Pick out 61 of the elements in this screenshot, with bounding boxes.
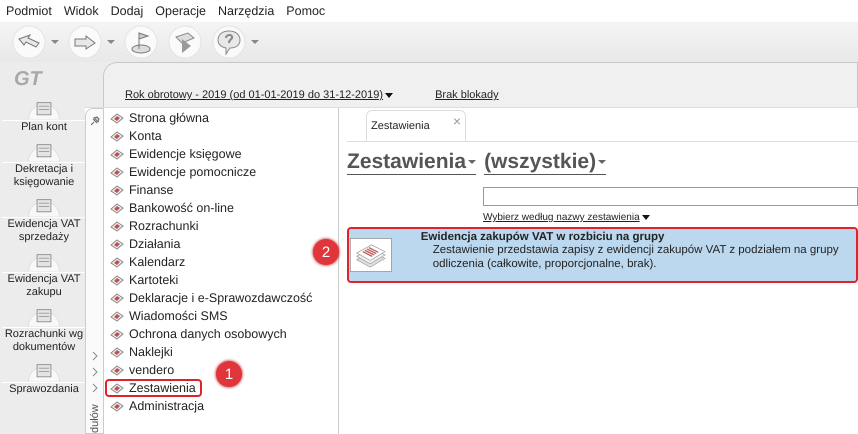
module-icon: [110, 291, 124, 305]
pin-icon[interactable]: [88, 115, 100, 127]
menu-item[interactable]: Dodaj: [110, 4, 144, 18]
module-icon: [110, 399, 124, 413]
module-icon: [110, 111, 124, 125]
tab[interactable]: Zestawienia ×: [366, 110, 466, 141]
toolbar-icon[interactable]: [122, 25, 160, 59]
module-item[interactable]: Rozrachunki: [105, 217, 204, 235]
module-icon: [110, 309, 124, 323]
module-icon: [110, 345, 124, 359]
filter-dropdown[interactable]: (wszystkie): [484, 150, 606, 175]
report-description: Zestawienie przedstawia zapisy z ewidencji zakupów VAT z podziałem na grupy odliczenia (całkowite, proporcjonalne, brak).: [432, 243, 840, 271]
module-icon: [110, 237, 124, 251]
module-icon: [110, 183, 124, 197]
module-item[interactable]: Bankowość on-line: [105, 199, 240, 217]
menu-item[interactable]: Operacje: [155, 4, 206, 18]
module-item[interactable]: Działania: [105, 235, 186, 253]
module-icon: [110, 327, 124, 341]
module-icon: [110, 165, 124, 179]
shortcut-button[interactable]: Plan kont: [0, 94, 88, 134]
menu-item[interactable]: Pomoc: [286, 4, 326, 18]
module-icon: [110, 219, 124, 233]
module-icon: [110, 363, 124, 377]
menu-item[interactable]: Widok: [64, 4, 99, 18]
module-item[interactable]: Ewidencje pomocnicze: [105, 163, 262, 181]
search-field[interactable]: [483, 187, 858, 206]
tab-label: Zestawienia: [371, 120, 430, 132]
toolbar-icon[interactable]: [66, 25, 116, 59]
menu-item[interactable]: Podmiot: [6, 4, 52, 18]
module-icon: [110, 201, 124, 215]
fiscal-year-link[interactable]: Rok obrotowy - 2019 (od 01-01-2019 do 31-12-2019): [125, 89, 394, 101]
module-item[interactable]: Kartoteki: [105, 271, 184, 289]
module-item[interactable]: Konta: [105, 127, 168, 145]
logo: GT: [14, 68, 42, 90]
filter-dropdown[interactable]: Zestawienia: [347, 150, 476, 175]
panel-label: dułów: [88, 403, 100, 433]
module-icon: [110, 147, 124, 161]
module-icon: [110, 255, 124, 269]
module-item[interactable]: Wiadomości SMS: [105, 307, 234, 325]
sort-dropdown[interactable]: Wybierz według nazwy zestawienia: [483, 212, 650, 223]
module-icon: [110, 381, 124, 395]
menu-item[interactable]: Narzędzia: [218, 4, 274, 18]
step-badge: 1: [216, 361, 242, 387]
module-item[interactable]: Zestawienia: [105, 379, 202, 397]
help-icon[interactable]: [210, 25, 260, 59]
module-item[interactable]: Administracja: [105, 397, 210, 415]
module-item[interactable]: Ochrona danych osobowych: [105, 325, 293, 343]
module-item[interactable]: Finanse: [105, 181, 180, 199]
toolbar-icon[interactable]: [166, 25, 204, 59]
module-item[interactable]: Strona główna: [105, 109, 215, 127]
module-item[interactable]: Ewidencje księgowe: [105, 145, 248, 163]
module-item[interactable]: Kalendarz: [105, 253, 192, 271]
report-title: Ewidencja zakupów VAT w rozbiciu na grupy: [420, 231, 666, 243]
module-item[interactable]: Naklejki: [105, 343, 179, 361]
module-icon: [110, 129, 124, 143]
module-item[interactable]: vendero: [105, 361, 180, 379]
module-icon: [110, 273, 124, 287]
step-badge: 2: [313, 239, 339, 265]
lock-status-link[interactable]: Brak blokady: [435, 89, 499, 101]
module-item[interactable]: Deklaracje i e-Sprawozdawczość: [105, 289, 318, 307]
toolbar-icon[interactable]: [10, 25, 60, 59]
